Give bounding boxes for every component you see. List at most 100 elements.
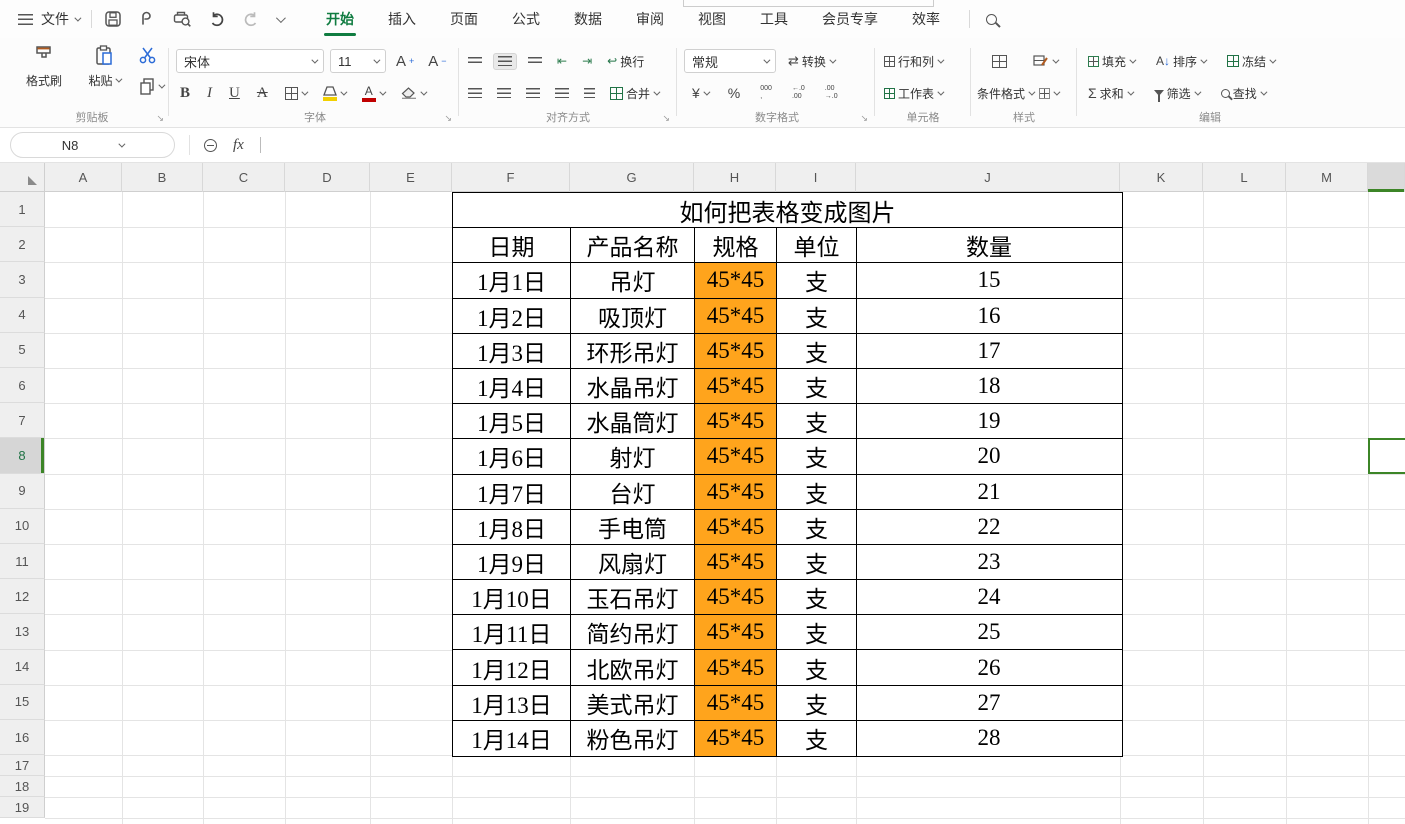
table-cell[interactable]: 支 <box>777 369 857 403</box>
column-header-G[interactable]: G <box>570 163 694 192</box>
quick-access-more-icon[interactable] <box>276 13 286 23</box>
table-cell[interactable]: 吸顶灯 <box>571 299 695 333</box>
table-cell[interactable]: 支 <box>777 580 857 614</box>
row-header-19[interactable]: 19 <box>0 797 45 818</box>
select-all-corner[interactable] <box>0 163 45 192</box>
copy-button[interactable] <box>138 77 163 95</box>
table-cell[interactable]: 支 <box>777 263 857 297</box>
table-cell[interactable]: 1月7日 <box>453 475 571 509</box>
table-cell[interactable]: 45*45 <box>695 615 777 649</box>
table-cell[interactable]: 水晶吊灯 <box>571 369 695 403</box>
table-cell[interactable]: 45*45 <box>695 580 777 614</box>
table-cell[interactable]: 北欧吊灯 <box>571 650 695 684</box>
row-header-5[interactable]: 5 <box>0 333 45 368</box>
fill-button[interactable]: 填充 <box>1084 51 1138 72</box>
tab-page[interactable]: 页面 <box>433 0 495 38</box>
increase-decimal-button[interactable]: ←.0.00 <box>788 83 809 103</box>
font-family-select[interactable]: 宋体 <box>176 49 324 73</box>
row-header-18[interactable]: 18 <box>0 776 45 797</box>
wrap-text-button[interactable]: ↩换行 <box>603 51 648 72</box>
align-middle-button[interactable] <box>493 53 517 70</box>
table-cell[interactable]: 支 <box>777 510 857 544</box>
table-cell[interactable]: 45*45 <box>695 299 777 333</box>
fill-color-button[interactable] <box>319 84 349 103</box>
table-cell[interactable]: 28 <box>857 721 1121 756</box>
header-cell[interactable]: 规格 <box>695 228 777 262</box>
tab-data[interactable]: 数据 <box>557 0 619 38</box>
table-cell[interactable]: 45*45 <box>695 334 777 368</box>
table-title-cell[interactable]: 如何把表格变成图片 <box>453 193 1122 228</box>
redo-button[interactable] <box>242 10 260 28</box>
active-cell-n8[interactable] <box>1368 438 1405 473</box>
row-header-17[interactable]: 17 <box>0 755 45 776</box>
hamburger-menu-icon[interactable] <box>18 14 33 25</box>
underline-button[interactable]: U <box>225 83 244 104</box>
table-cell[interactable]: 支 <box>777 439 857 473</box>
dialog-launcher-icon[interactable]: ↘ <box>860 113 868 124</box>
worksheet-button[interactable]: 工作表 <box>880 83 946 104</box>
dialog-launcher-icon[interactable]: ↘ <box>156 113 164 124</box>
thousands-button[interactable]: 000, <box>756 83 776 103</box>
row-header-6[interactable]: 6 <box>0 368 45 403</box>
table-cell[interactable]: 22 <box>857 510 1121 544</box>
collapse-formula-icon[interactable] <box>204 139 217 152</box>
rows-columns-button[interactable]: 行和列 <box>880 51 946 72</box>
format-painter-button[interactable]: 格式刷 <box>18 44 70 89</box>
column-header-D[interactable]: D <box>285 163 370 192</box>
table-cell[interactable]: 45*45 <box>695 686 777 720</box>
borders-button[interactable] <box>281 85 310 102</box>
table-cell[interactable]: 1月1日 <box>453 263 571 297</box>
italic-button[interactable]: I <box>203 83 216 104</box>
column-header-E[interactable]: E <box>370 163 452 192</box>
row-header-2[interactable]: 2 <box>0 227 45 262</box>
table-cell[interactable]: 21 <box>857 475 1121 509</box>
table-cell[interactable]: 23 <box>857 545 1121 579</box>
align-center-button[interactable] <box>493 86 515 101</box>
table-cell[interactable]: 45*45 <box>695 545 777 579</box>
table-cell[interactable]: 27 <box>857 686 1121 720</box>
table-cell[interactable]: 1月14日 <box>453 721 571 756</box>
table-cell[interactable]: 支 <box>777 721 857 756</box>
table-cell[interactable]: 1月13日 <box>453 686 571 720</box>
table-cell[interactable]: 水晶筒灯 <box>571 404 695 438</box>
header-cell[interactable]: 产品名称 <box>571 228 695 262</box>
table-cell[interactable]: 支 <box>777 686 857 720</box>
dialog-launcher-icon[interactable]: ↘ <box>662 113 670 124</box>
table-cell[interactable]: 1月10日 <box>453 580 571 614</box>
table-cell[interactable]: 45*45 <box>695 439 777 473</box>
find-button[interactable]: 查找 <box>1217 83 1269 104</box>
filter-button[interactable]: 筛选 <box>1150 83 1203 104</box>
dialog-launcher-icon[interactable]: ↘ <box>444 113 452 124</box>
header-cell[interactable]: 日期 <box>453 228 571 262</box>
table-cell[interactable]: 1月8日 <box>453 510 571 544</box>
eraser-button[interactable] <box>397 85 429 101</box>
decrease-indent-button[interactable]: ⇤ <box>553 52 571 70</box>
tab-insert[interactable]: 插入 <box>371 0 433 38</box>
table-cell[interactable]: 15 <box>857 263 1121 297</box>
table-cell[interactable]: 1月12日 <box>453 650 571 684</box>
column-header-L[interactable]: L <box>1203 163 1286 192</box>
column-header-I[interactable]: I <box>776 163 856 192</box>
table-cell[interactable]: 45*45 <box>695 475 777 509</box>
table-cell[interactable]: 20 <box>857 439 1121 473</box>
font-color-button[interactable]: A <box>358 83 388 104</box>
table-cell[interactable]: 1月11日 <box>453 615 571 649</box>
column-header-F[interactable]: F <box>452 163 570 192</box>
table-cell[interactable]: 粉色吊灯 <box>571 721 695 756</box>
justify-button[interactable] <box>551 86 573 101</box>
table-cell[interactable]: 45*45 <box>695 721 777 756</box>
column-header-J[interactable]: J <box>856 163 1120 192</box>
header-cell[interactable]: 数量 <box>857 228 1121 262</box>
align-right-button[interactable] <box>522 86 544 101</box>
table-cell[interactable]: 支 <box>777 334 857 368</box>
align-top-button[interactable] <box>464 55 486 67</box>
number-format-select[interactable]: 常规 <box>684 49 776 73</box>
table-cell[interactable]: 19 <box>857 404 1121 438</box>
tab-review[interactable]: 审阅 <box>619 0 681 38</box>
table-cell[interactable]: 45*45 <box>695 263 777 297</box>
table-cell[interactable]: 45*45 <box>695 510 777 544</box>
bold-button[interactable]: B <box>176 83 194 104</box>
border-style-button[interactable] <box>1038 86 1059 101</box>
fx-icon[interactable]: fx <box>233 137 244 154</box>
table-cell[interactable]: 支 <box>777 475 857 509</box>
